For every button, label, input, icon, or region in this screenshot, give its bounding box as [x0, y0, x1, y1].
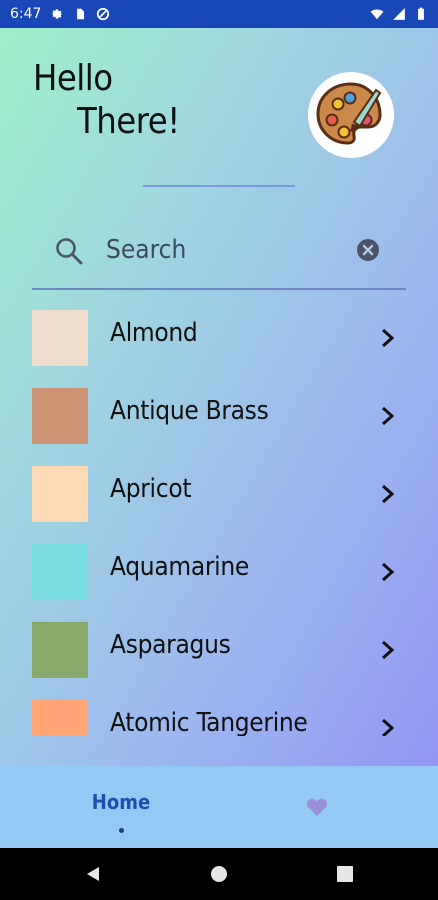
status-time: 6:47	[10, 6, 42, 22]
status-bar: 6:47	[0, 0, 438, 28]
list-item[interactable]: Antique Brass	[0, 378, 438, 456]
list-item[interactable]: Asparagus	[0, 612, 438, 690]
sim-card-icon	[77, 8, 85, 20]
search-icon	[56, 238, 83, 265]
clear-search-icon[interactable]	[356, 238, 380, 262]
list-item[interactable]: Atomic Tangerine	[0, 690, 438, 736]
recent-apps-icon[interactable]	[337, 866, 353, 882]
color-name: Asparagus	[110, 630, 231, 660]
color-swatch	[32, 544, 88, 600]
settings-icon	[52, 9, 63, 19]
active-tab-indicator	[119, 828, 124, 833]
chevron-right-icon	[382, 718, 395, 736]
wifi-icon	[370, 9, 384, 20]
signal-icon	[393, 8, 405, 20]
battery-icon	[418, 7, 424, 20]
nav-home-tab[interactable]: Home	[72, 790, 170, 814]
list-item[interactable]: Almond	[0, 300, 438, 378]
color-swatch	[32, 388, 88, 444]
header-divider	[143, 185, 295, 187]
color-swatch	[32, 700, 88, 736]
app-screen: 6:47 Hello There! Search Almond Antique …	[0, 0, 438, 900]
greeting-line-2: There!	[77, 101, 180, 142]
list-item[interactable]: Apricot	[0, 456, 438, 534]
system-navigation-bar	[0, 848, 438, 900]
chevron-right-icon	[382, 484, 395, 504]
color-name: Apricot	[110, 474, 192, 504]
home-circle-icon[interactable]	[210, 865, 228, 883]
favorites-heart-icon[interactable]	[306, 797, 328, 817]
color-swatch	[32, 310, 88, 366]
chevron-right-icon	[382, 562, 395, 582]
chevron-right-icon	[382, 406, 395, 426]
back-icon[interactable]	[84, 865, 102, 883]
color-list: Almond Antique Brass Apricot Aquamarine …	[0, 300, 438, 736]
color-swatch	[32, 466, 88, 522]
greeting-line-1: Hello	[33, 58, 113, 99]
data-saver-icon	[97, 7, 110, 21]
color-name: Antique Brass	[110, 396, 269, 426]
color-name: Atomic Tangerine	[110, 708, 308, 736]
color-swatch	[32, 622, 88, 678]
chevron-right-icon	[382, 640, 395, 660]
color-name: Almond	[110, 318, 198, 348]
search-input[interactable]	[106, 230, 346, 270]
color-name: Aquamarine	[110, 552, 250, 582]
chevron-right-icon	[382, 328, 395, 348]
search-bar	[32, 220, 406, 290]
greeting-heading: Hello There!	[33, 58, 180, 142]
bottom-navigation: Home	[0, 766, 438, 848]
paint-palette-icon	[308, 72, 394, 158]
search-underline	[32, 288, 406, 290]
list-item[interactable]: Aquamarine	[0, 534, 438, 612]
